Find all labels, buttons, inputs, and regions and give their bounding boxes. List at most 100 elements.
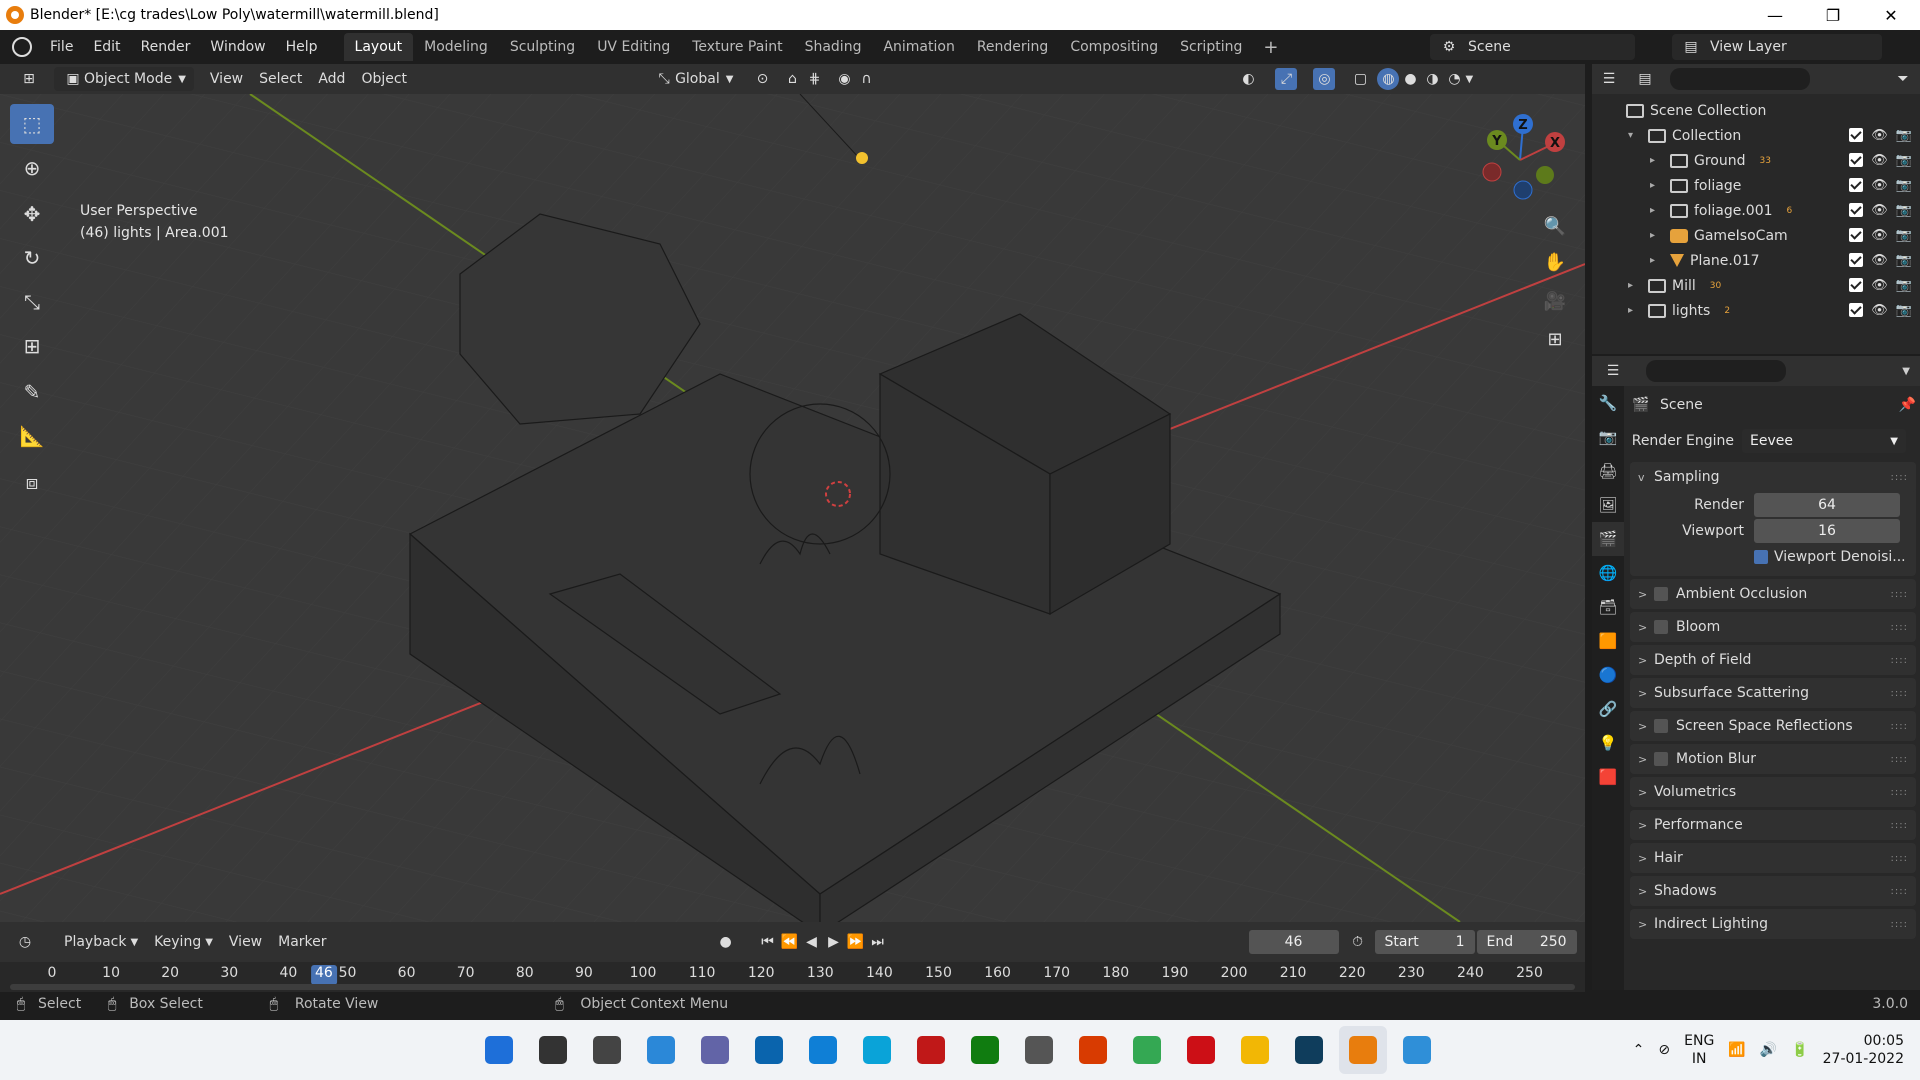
current-frame-field[interactable]: 46 [1248, 930, 1339, 954]
explorer-icon[interactable] [1231, 1026, 1279, 1074]
measure-tool[interactable]: 📐 [10, 416, 54, 456]
menu-marker[interactable]: Marker [270, 930, 334, 954]
menu-render[interactable]: Render [131, 39, 201, 55]
drag-handle-icon[interactable]: :::: [1891, 853, 1908, 864]
launcher-icon[interactable] [853, 1026, 901, 1074]
timeline-editor-icon[interactable]: ◷ [14, 931, 36, 953]
tab-scripting[interactable]: Scripting [1169, 33, 1253, 61]
panel-ambient-occlusion[interactable]: > Ambient Occlusion:::: [1630, 579, 1916, 609]
xbox-icon[interactable] [961, 1026, 1009, 1074]
panel-volumetrics[interactable]: > Volumetrics:::: [1630, 777, 1916, 807]
panel-enable-checkbox[interactable] [1654, 620, 1668, 634]
panel-motion-blur[interactable]: > Motion Blur:::: [1630, 744, 1916, 774]
settings-icon[interactable] [1015, 1026, 1063, 1074]
tab-rendering[interactable]: Rendering [966, 33, 1060, 61]
render-tab-icon[interactable]: 📷 [1592, 420, 1624, 454]
exclude-checkbox[interactable] [1849, 253, 1864, 267]
drag-handle-icon[interactable]: :::: [1891, 820, 1908, 831]
mcafee-icon[interactable] [907, 1026, 955, 1074]
eye-icon[interactable]: 👁 [1871, 153, 1888, 168]
filter-icon[interactable]: ⏷ [1892, 68, 1914, 90]
panel-enable-checkbox[interactable] [1654, 719, 1668, 733]
exclude-checkbox[interactable] [1849, 278, 1864, 292]
select-box-tool[interactable]: ⬚ [10, 104, 54, 144]
camera-render-icon[interactable]: 📷 [1896, 278, 1912, 293]
start-icon[interactable] [475, 1026, 523, 1074]
play-icon[interactable]: ▶ [823, 931, 845, 953]
constraints-tab-icon[interactable]: 🔗 [1592, 692, 1624, 726]
view-layer-tab-icon[interactable]: 🖼 [1592, 488, 1624, 522]
panel-bloom[interactable]: > Bloom:::: [1630, 612, 1916, 642]
scene-tab-icon[interactable]: 🎬 [1592, 522, 1624, 556]
gizmo-toggle-icon[interactable]: ⤢ [1275, 68, 1298, 90]
pin-icon[interactable]: 📌 [1899, 397, 1916, 413]
menu-keying[interactable]: Keying ▼ [146, 930, 221, 954]
physics-tab-icon[interactable]: 🔵 [1592, 658, 1624, 692]
panel-shadows[interactable]: > Shadows:::: [1630, 876, 1916, 906]
cursor-tool[interactable]: ⊕ [10, 148, 54, 188]
transform-orientation-selector[interactable]: ⤡ Global ▼ [645, 67, 741, 91]
outliner-item[interactable]: ▸ Ground 33 👁 📷 [1592, 148, 1920, 173]
sampling-panel-header[interactable]: v Sampling :::: [1630, 462, 1916, 492]
drag-handle-icon[interactable]: :::: [1891, 472, 1908, 483]
add-workspace-button[interactable]: + [1253, 37, 1288, 58]
store-icon[interactable] [1393, 1026, 1441, 1074]
edge-icon[interactable] [799, 1026, 847, 1074]
add-cube-tool[interactable]: ⧈ [10, 462, 54, 502]
jump-end-icon[interactable]: ⏭ [867, 931, 889, 953]
falloff-icon[interactable]: ∩ [855, 68, 877, 90]
pivot-icon[interactable]: ⊙ [751, 68, 773, 90]
drag-handle-icon[interactable]: :::: [1891, 688, 1908, 699]
mail-icon[interactable] [745, 1026, 793, 1074]
end-frame-field[interactable]: End 250 [1476, 930, 1577, 954]
playhead-frame-marker[interactable]: 46 [310, 965, 337, 985]
drag-handle-icon[interactable]: :::: [1891, 886, 1908, 897]
tool-tab-icon[interactable]: 🔧 [1592, 386, 1624, 420]
exclude-checkbox[interactable] [1849, 203, 1864, 217]
expand-arrow-icon[interactable]: ▸ [1628, 305, 1642, 316]
expand-arrow-icon[interactable]: ▾ [1628, 130, 1642, 141]
visibility-icon[interactable]: ◐ [1237, 68, 1259, 90]
language-indicator[interactable]: ENG IN [1684, 1032, 1714, 1068]
camera-render-icon[interactable]: 📷 [1896, 203, 1912, 218]
eye-icon[interactable]: 👁 [1871, 303, 1888, 318]
eye-icon[interactable]: 👁 [1871, 228, 1888, 243]
annotate-tool[interactable]: ✎ [10, 372, 54, 412]
overlay-toggle-icon[interactable]: ◎ [1313, 68, 1336, 90]
expand-arrow-icon[interactable]: ▸ [1650, 230, 1664, 241]
data-tab-icon[interactable]: 💡 [1592, 726, 1624, 760]
rendered-shading-icon[interactable]: ◔ [1443, 68, 1465, 90]
jump-start-icon[interactable]: ⏮ [757, 931, 779, 953]
eye-icon[interactable]: 👁 [1871, 178, 1888, 193]
start-frame-field[interactable]: Start 1 [1374, 930, 1475, 954]
outliner-item[interactable]: ▸ GameIsoCam 👁 📷 [1592, 223, 1920, 248]
collection-tab-icon[interactable]: 🗃 [1592, 590, 1624, 624]
menu-playback[interactable]: Playback ▼ [56, 930, 146, 954]
editor-type-icon[interactable]: ⊞ [18, 68, 40, 90]
expand-arrow-icon[interactable]: ▸ [1650, 180, 1664, 191]
object-tab-icon[interactable]: 🟧 [1592, 624, 1624, 658]
outliner-item[interactable]: ▸ foliage.001 6 👁 📷 [1592, 198, 1920, 223]
blender-menu-icon[interactable] [12, 37, 32, 57]
play-reverse-icon[interactable]: ◀ [801, 931, 823, 953]
opera-icon[interactable] [1177, 1026, 1225, 1074]
xray-icon[interactable]: ▢ [1349, 68, 1371, 90]
teams-icon[interactable] [691, 1026, 739, 1074]
camera-render-icon[interactable]: 📷 [1896, 128, 1912, 143]
chevron-up-icon[interactable]: ⌃ [1633, 1042, 1645, 1058]
render-samples-field[interactable]: 64 [1754, 493, 1900, 517]
editor-type-icon[interactable]: ☰ [1602, 360, 1624, 382]
tab-layout[interactable]: Layout [343, 33, 414, 61]
tab-modeling[interactable]: Modeling [413, 33, 499, 61]
camera-render-icon[interactable]: 📷 [1896, 253, 1912, 268]
pan-hand-icon[interactable]: ✋ [1540, 247, 1570, 277]
display-mode-icon[interactable]: ▤ [1634, 68, 1656, 90]
texture-tab-icon[interactable]: 🟥 [1592, 760, 1624, 794]
editor-type-icon[interactable]: ☰ [1598, 68, 1620, 90]
output-tab-icon[interactable]: 🖨 [1592, 454, 1624, 488]
drag-handle-icon[interactable]: :::: [1891, 622, 1908, 633]
exclude-checkbox[interactable] [1849, 153, 1864, 167]
timeline-ruler[interactable]: 0 10 20 30 40 50 60 70 80 90 100 110 120 130 140 150 160… [0, 962, 1585, 992]
panel-indirect-lighting[interactable]: > Indirect Lighting:::: [1630, 909, 1916, 939]
menu-timeline-view[interactable]: View [221, 930, 270, 954]
